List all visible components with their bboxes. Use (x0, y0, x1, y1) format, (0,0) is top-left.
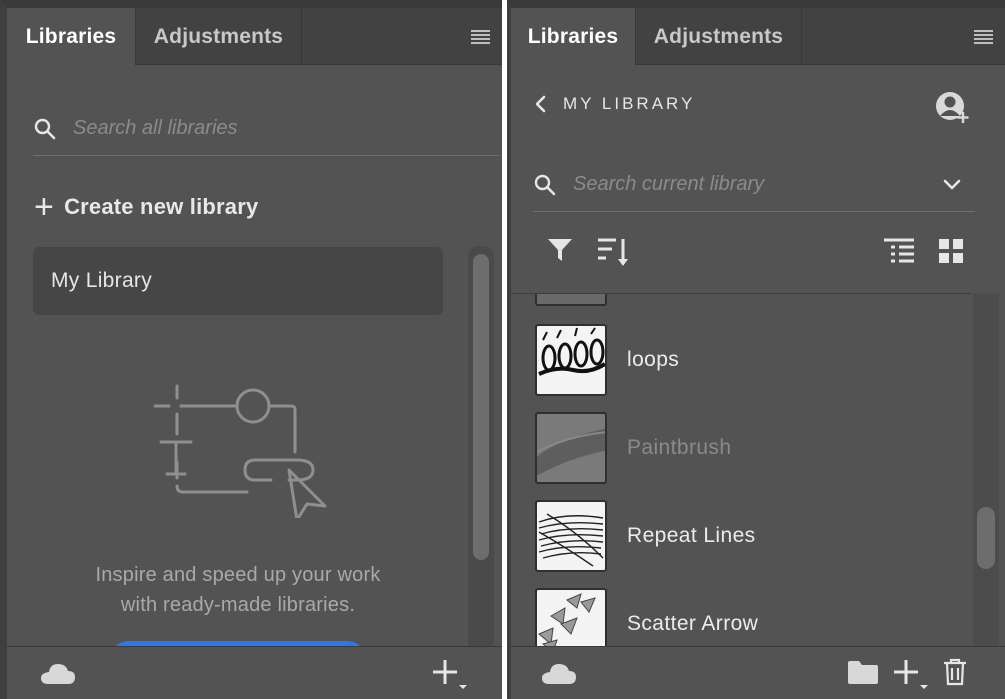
library-name: My Library (51, 269, 153, 292)
add-user-icon[interactable] (935, 92, 971, 124)
loops-brush-preview-icon (538, 327, 605, 376)
library-illustration-icon (153, 384, 327, 518)
search-input[interactable] (73, 117, 499, 140)
filter-icon[interactable] (547, 237, 573, 263)
tab-bar: Libraries Adjustments (511, 8, 1005, 65)
search-icon (34, 118, 56, 139)
creative-cloud-icon[interactable] (541, 663, 577, 685)
item-name: Repeat Lines (627, 524, 756, 547)
grid-view-icon[interactable] (938, 238, 964, 264)
panel-footer (7, 646, 502, 699)
tab-libraries[interactable]: Libraries (7, 8, 136, 65)
chevron-left-icon[interactable] (535, 95, 547, 113)
item-thumbnail (535, 412, 607, 484)
creative-cloud-icon[interactable] (40, 663, 76, 685)
empty-state-line-2: with ready-made libraries. (120, 594, 356, 616)
plus-icon: + (34, 188, 55, 226)
scrollbar-thumb[interactable] (977, 507, 995, 569)
search-input[interactable] (573, 173, 943, 196)
libraries-panel-right: Libraries Adjustments MY LIBRARY Search … (507, 0, 1005, 699)
repeat-lines-preview-icon (538, 513, 604, 567)
create-new-library-label: Create new library (64, 194, 259, 219)
hamburger-menu-icon[interactable] (471, 30, 490, 44)
item-thumbnail (535, 588, 607, 653)
tab-bar: Libraries Adjustments (7, 8, 502, 65)
library-item-list: loops Paintbrush Repeat Lines Scatter Ar… (511, 293, 971, 653)
search-current-library (533, 158, 975, 212)
tab-adjustments[interactable]: Adjustments (136, 8, 302, 65)
folder-icon[interactable] (847, 659, 879, 685)
list-item[interactable]: loops (535, 324, 955, 396)
sort-icon[interactable] (597, 237, 629, 267)
item-thumbnail (535, 324, 607, 396)
item-name: loops (627, 348, 680, 371)
item-name: Paintbrush (627, 436, 732, 459)
plus-icon[interactable] (433, 658, 469, 690)
tab-adjustments[interactable]: Adjustments (636, 8, 802, 65)
scrollbar-thumb[interactable] (473, 254, 489, 560)
item-thumbnail (535, 294, 607, 306)
empty-state-message: Inspire and speed up your work with read… (33, 560, 443, 620)
list-item[interactable] (535, 294, 955, 306)
list-view-icon[interactable] (883, 238, 915, 264)
plus-icon[interactable] (894, 658, 930, 690)
tab-libraries[interactable]: Libraries (511, 8, 636, 65)
item-thumbnail (535, 500, 607, 572)
search-icon (534, 174, 556, 195)
trash-icon[interactable] (943, 658, 967, 686)
list-item[interactable]: Scatter Arrow (535, 588, 955, 653)
list-item[interactable]: Repeat Lines (535, 500, 955, 572)
create-new-library-button[interactable]: + Create new library (34, 188, 259, 226)
library-item-my-library[interactable]: My Library (33, 247, 443, 315)
scatter-arrow-preview-icon (538, 593, 596, 653)
library-title: MY LIBRARY (563, 94, 696, 113)
item-name: Scatter Arrow (627, 612, 759, 635)
breadcrumb[interactable]: MY LIBRARY (535, 94, 695, 114)
panel-footer (511, 646, 1005, 699)
scrollbar-track[interactable] (973, 293, 999, 653)
chevron-down-icon[interactable] (943, 179, 961, 191)
libraries-panel-left: Libraries Adjustments + Create new libra… (0, 0, 502, 699)
search-all-libraries (33, 102, 499, 156)
list-item[interactable]: Paintbrush (535, 412, 955, 484)
empty-state-line-1: Inspire and speed up your work (95, 564, 381, 586)
paintbrush-preview-icon (537, 428, 605, 476)
hamburger-menu-icon[interactable] (974, 30, 993, 44)
